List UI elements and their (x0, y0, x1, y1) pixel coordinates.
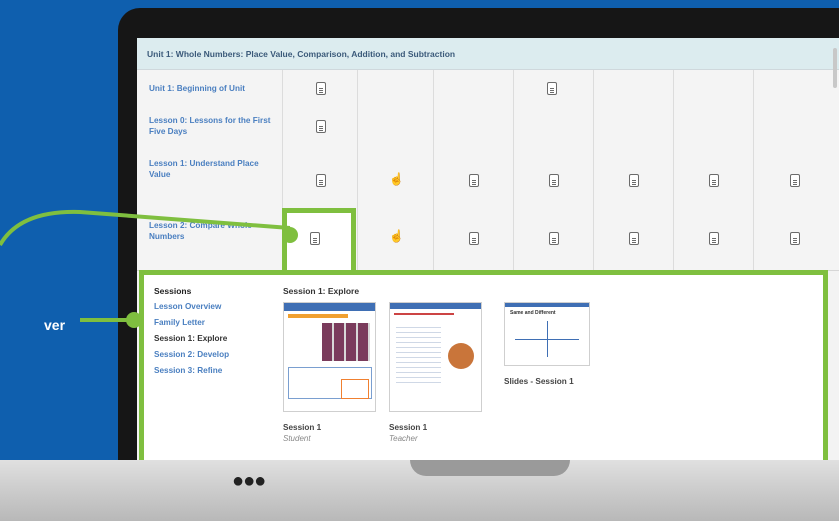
connector-line (0, 209, 291, 322)
hover-label: ver (44, 317, 66, 333)
connector-dot (282, 227, 298, 243)
more-icon: ●●● (232, 470, 266, 492)
connector-dot (126, 312, 142, 328)
laptop-hinge (410, 460, 570, 476)
